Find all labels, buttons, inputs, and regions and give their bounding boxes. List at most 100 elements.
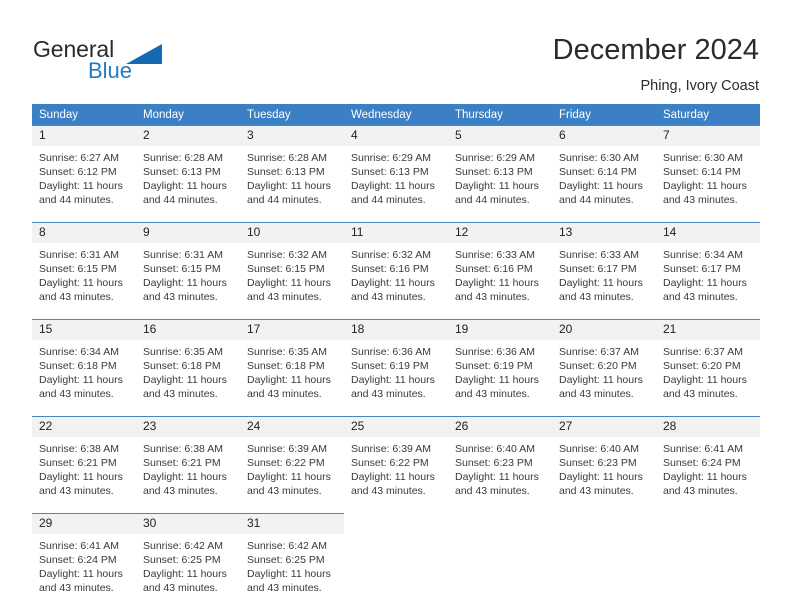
day-daylight-text: Daylight: 11 hours bbox=[455, 277, 539, 289]
calendar-day-cell[interactable]: 12 Sunrise: 6:33 AM Sunset: 6:16 PM Dayligh… bbox=[448, 222, 552, 320]
calendar-day-cell[interactable]: 29 Sunrise: 6:41 AM Sunset: 6:24 PM Dayligh… bbox=[32, 513, 136, 610]
day-daylight-text: Daylight: 11 hours bbox=[247, 180, 331, 192]
calendar-day-cell[interactable]: 13 Sunrise: 6:33 AM Sunset: 6:17 PM Dayligh… bbox=[552, 222, 656, 320]
day-daylight-text: and 44 minutes. bbox=[39, 194, 114, 206]
day-sunrise-text: Sunrise: 6:32 AM bbox=[247, 249, 327, 261]
day-details: Sunrise: 6:29 AM Sunset: 6:13 PM Daylight:… bbox=[448, 146, 552, 222]
calendar-day-cell[interactable]: 2 Sunrise: 6:28 AM Sunset: 6:13 PM Daylight… bbox=[136, 125, 240, 223]
calendar-day-cell[interactable]: 30 Sunrise: 6:42 AM Sunset: 6:25 PM Dayligh… bbox=[136, 513, 240, 610]
day-number: 13 bbox=[552, 223, 656, 243]
day-sunset-text: Sunset: 6:21 PM bbox=[143, 457, 221, 469]
day-daylight-text: Daylight: 11 hours bbox=[143, 374, 227, 386]
day-sunset-text: Sunset: 6:24 PM bbox=[39, 554, 117, 566]
day-daylight-text: and 44 minutes. bbox=[559, 194, 634, 206]
calendar-week-row: 8 Sunrise: 6:31 AM Sunset: 6:15 PM Daylight… bbox=[32, 222, 760, 320]
day-sunrise-text: Sunrise: 6:29 AM bbox=[351, 152, 431, 164]
day-details: Sunrise: 6:28 AM Sunset: 6:13 PM Daylight:… bbox=[240, 146, 344, 222]
day-sunrise-text: Sunrise: 6:42 AM bbox=[143, 540, 223, 552]
day-daylight-text: and 43 minutes. bbox=[247, 582, 322, 594]
calendar-day-cell[interactable]: 27 Sunrise: 6:40 AM Sunset: 6:23 PM Dayligh… bbox=[552, 416, 656, 514]
day-daylight-text: and 44 minutes. bbox=[143, 194, 218, 206]
day-sunrise-text: Sunrise: 6:34 AM bbox=[663, 249, 743, 261]
day-sunrise-text: Sunrise: 6:31 AM bbox=[39, 249, 119, 261]
day-daylight-text: and 43 minutes. bbox=[455, 291, 530, 303]
day-daylight-text: and 43 minutes. bbox=[663, 485, 738, 497]
weekday-header-tuesday: Tuesday bbox=[240, 104, 344, 126]
calendar-day-cell[interactable]: 15 Sunrise: 6:34 AM Sunset: 6:18 PM Dayligh… bbox=[32, 319, 136, 417]
calendar-day-cell-empty bbox=[344, 513, 448, 610]
calendar-day-cell[interactable]: 4 Sunrise: 6:29 AM Sunset: 6:13 PM Daylight… bbox=[344, 125, 448, 223]
calendar-day-cell[interactable]: 1 Sunrise: 6:27 AM Sunset: 6:12 PM Daylight… bbox=[32, 125, 136, 223]
day-sunset-text: Sunset: 6:13 PM bbox=[247, 166, 325, 178]
calendar-day-cell[interactable]: 11 Sunrise: 6:32 AM Sunset: 6:16 PM Dayligh… bbox=[344, 222, 448, 320]
calendar-day-cell[interactable]: 26 Sunrise: 6:40 AM Sunset: 6:23 PM Dayligh… bbox=[448, 416, 552, 514]
day-sunset-text: Sunset: 6:25 PM bbox=[143, 554, 221, 566]
calendar-day-cell[interactable]: 5 Sunrise: 6:29 AM Sunset: 6:13 PM Daylight… bbox=[448, 125, 552, 223]
day-daylight-text: Daylight: 11 hours bbox=[351, 180, 435, 192]
day-number bbox=[656, 514, 760, 534]
day-daylight-text: Daylight: 11 hours bbox=[351, 471, 435, 483]
calendar-day-cell[interactable]: 24 Sunrise: 6:39 AM Sunset: 6:22 PM Dayligh… bbox=[240, 416, 344, 514]
day-sunrise-text: Sunrise: 6:31 AM bbox=[143, 249, 223, 261]
calendar-day-cell[interactable]: 7 Sunrise: 6:30 AM Sunset: 6:14 PM Daylight… bbox=[656, 125, 760, 223]
calendar-day-cell[interactable]: 6 Sunrise: 6:30 AM Sunset: 6:14 PM Daylight… bbox=[552, 125, 656, 223]
day-sunset-text: Sunset: 6:20 PM bbox=[663, 360, 741, 372]
calendar-day-cell[interactable]: 21 Sunrise: 6:37 AM Sunset: 6:20 PM Dayligh… bbox=[656, 319, 760, 417]
day-sunset-text: Sunset: 6:19 PM bbox=[351, 360, 429, 372]
calendar-day-cell[interactable]: 23 Sunrise: 6:38 AM Sunset: 6:21 PM Dayligh… bbox=[136, 416, 240, 514]
day-daylight-text: Daylight: 11 hours bbox=[143, 568, 227, 580]
calendar-day-cell[interactable]: 19 Sunrise: 6:36 AM Sunset: 6:19 PM Dayligh… bbox=[448, 319, 552, 417]
day-daylight-text: and 43 minutes. bbox=[143, 388, 218, 400]
day-details: Sunrise: 6:27 AM Sunset: 6:12 PM Daylight:… bbox=[32, 146, 136, 222]
day-daylight-text: Daylight: 11 hours bbox=[351, 277, 435, 289]
calendar-day-cell[interactable]: 28 Sunrise: 6:41 AM Sunset: 6:24 PM Dayligh… bbox=[656, 416, 760, 514]
calendar-day-cell[interactable]: 31 Sunrise: 6:42 AM Sunset: 6:25 PM Dayligh… bbox=[240, 513, 344, 610]
day-number: 7 bbox=[656, 126, 760, 146]
day-number bbox=[344, 514, 448, 534]
day-daylight-text: Daylight: 11 hours bbox=[455, 374, 539, 386]
calendar-day-cell[interactable]: 10 Sunrise: 6:32 AM Sunset: 6:15 PM Dayligh… bbox=[240, 222, 344, 320]
calendar-day-cell[interactable]: 8 Sunrise: 6:31 AM Sunset: 6:15 PM Daylight… bbox=[32, 222, 136, 320]
day-number: 26 bbox=[448, 417, 552, 437]
day-sunset-text: Sunset: 6:22 PM bbox=[351, 457, 429, 469]
day-number: 19 bbox=[448, 320, 552, 340]
day-number: 6 bbox=[552, 126, 656, 146]
day-number: 16 bbox=[136, 320, 240, 340]
calendar-day-cell[interactable]: 25 Sunrise: 6:39 AM Sunset: 6:22 PM Dayligh… bbox=[344, 416, 448, 514]
day-details bbox=[448, 534, 552, 610]
day-daylight-text: Daylight: 11 hours bbox=[247, 374, 331, 386]
weekday-header-wednesday: Wednesday bbox=[344, 104, 448, 126]
day-sunset-text: Sunset: 6:17 PM bbox=[559, 263, 637, 275]
day-details: Sunrise: 6:37 AM Sunset: 6:20 PM Daylight:… bbox=[552, 340, 656, 416]
day-sunrise-text: Sunrise: 6:38 AM bbox=[143, 443, 223, 455]
day-sunset-text: Sunset: 6:16 PM bbox=[351, 263, 429, 275]
calendar-header-row: Sunday Monday Tuesday Wednesday Thursday Frid… bbox=[32, 104, 760, 126]
calendar-day-cell-empty bbox=[656, 513, 760, 610]
calendar-page: General Blue December 2024 Phing, Ivory … bbox=[0, 0, 792, 612]
day-sunrise-text: Sunrise: 6:33 AM bbox=[559, 249, 639, 261]
day-sunset-text: Sunset: 6:15 PM bbox=[247, 263, 325, 275]
calendar-day-cell[interactable]: 16 Sunrise: 6:35 AM Sunset: 6:18 PM Dayligh… bbox=[136, 319, 240, 417]
day-number: 24 bbox=[240, 417, 344, 437]
weekday-header-thursday: Thursday bbox=[448, 104, 552, 126]
day-daylight-text: Daylight: 11 hours bbox=[247, 471, 331, 483]
day-sunset-text: Sunset: 6:22 PM bbox=[247, 457, 325, 469]
day-number: 29 bbox=[32, 514, 136, 534]
weekday-header-sunday: Sunday bbox=[32, 104, 136, 126]
day-details: Sunrise: 6:35 AM Sunset: 6:18 PM Daylight:… bbox=[240, 340, 344, 416]
calendar-day-cell[interactable]: 20 Sunrise: 6:37 AM Sunset: 6:20 PM Dayligh… bbox=[552, 319, 656, 417]
calendar-day-cell[interactable]: 22 Sunrise: 6:38 AM Sunset: 6:21 PM Dayligh… bbox=[32, 416, 136, 514]
day-daylight-text: Daylight: 11 hours bbox=[143, 277, 227, 289]
day-daylight-text: Daylight: 11 hours bbox=[455, 471, 539, 483]
calendar-day-cell[interactable]: 9 Sunrise: 6:31 AM Sunset: 6:15 PM Daylight… bbox=[136, 222, 240, 320]
brand-name-blue: Blue bbox=[88, 58, 133, 83]
calendar-day-cell[interactable]: 18 Sunrise: 6:36 AM Sunset: 6:19 PM Dayligh… bbox=[344, 319, 448, 417]
calendar-day-cell[interactable]: 3 Sunrise: 6:28 AM Sunset: 6:13 PM Daylight… bbox=[240, 125, 344, 223]
day-sunrise-text: Sunrise: 6:37 AM bbox=[559, 346, 639, 358]
calendar-day-cell[interactable]: 14 Sunrise: 6:34 AM Sunset: 6:17 PM Dayligh… bbox=[656, 222, 760, 320]
day-details: Sunrise: 6:39 AM Sunset: 6:22 PM Daylight:… bbox=[344, 437, 448, 513]
brand-logo[interactable]: General Blue bbox=[33, 36, 233, 86]
day-sunset-text: Sunset: 6:24 PM bbox=[663, 457, 741, 469]
day-daylight-text: Daylight: 11 hours bbox=[39, 471, 123, 483]
calendar-day-cell[interactable]: 17 Sunrise: 6:35 AM Sunset: 6:18 PM Dayligh… bbox=[240, 319, 344, 417]
